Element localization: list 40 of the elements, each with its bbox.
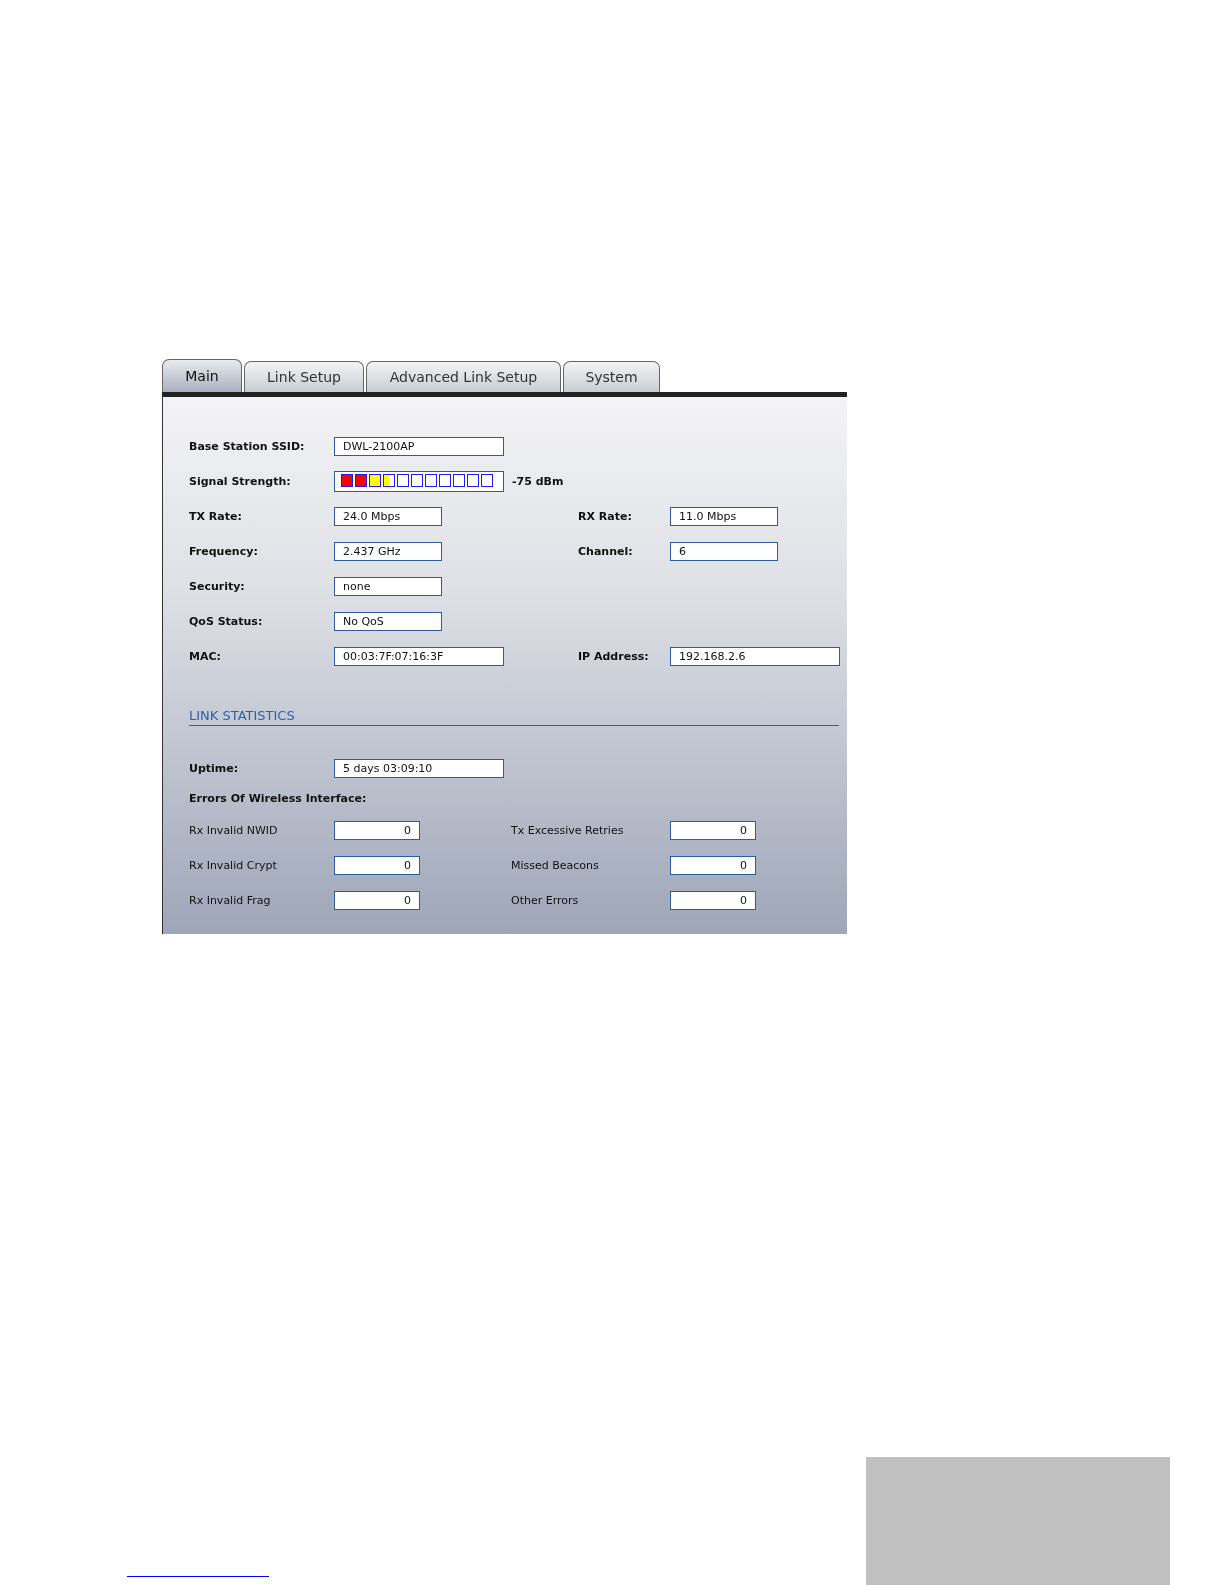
field-label: MAC: xyxy=(189,650,222,663)
counter-label: Rx Invalid Frag xyxy=(189,894,272,907)
value-field: 2.437 GHz xyxy=(334,542,442,561)
section-heading: LINK STATISTICS xyxy=(189,708,839,726)
counter-field: 0 xyxy=(670,821,756,840)
field-label: Security: xyxy=(189,580,246,593)
value-field: DWL-2100AP xyxy=(334,437,504,456)
value-field: 24.0 Mbps xyxy=(334,507,442,526)
counter-field: 0 xyxy=(334,856,420,875)
counter-field: 0 xyxy=(670,856,756,875)
value-field: 192.168.2.6 xyxy=(670,647,840,666)
field-label: TX Rate: xyxy=(189,510,243,523)
value-field: No QoS xyxy=(334,612,442,631)
field-label: Uptime: xyxy=(189,762,240,775)
counter-label: Other Errors xyxy=(511,894,580,907)
field-label: Signal Strength: xyxy=(189,475,292,488)
counter-field: 0 xyxy=(334,891,420,910)
tab[interactable]: Advanced Link Setup xyxy=(366,361,561,392)
field-label: RX Rate: xyxy=(578,510,633,523)
counter-field: 0 xyxy=(334,821,420,840)
counter-field: 0 xyxy=(670,891,756,910)
counter-label: Rx Invalid NWID xyxy=(189,824,279,837)
field-label: Channel: xyxy=(578,545,634,558)
tab[interactable]: System xyxy=(563,361,660,392)
field-label: Base Station SSID: xyxy=(189,440,306,453)
field-label: Frequency: xyxy=(189,545,259,558)
tab[interactable]: Link Setup xyxy=(244,361,364,392)
value-field: none xyxy=(334,577,442,596)
value-field: 5 days 03:09:10 xyxy=(334,759,504,778)
group-heading: Errors Of Wireless Interface: xyxy=(189,792,368,805)
value-field: 11.0 Mbps xyxy=(670,507,778,526)
value-field: 6 xyxy=(670,542,778,561)
value-field: 00:03:7F:07:16:3F xyxy=(334,647,504,666)
counter-label: Tx Excessive Retries xyxy=(511,824,625,837)
tab[interactable]: Main xyxy=(162,359,242,392)
signal-reading: -75 dBm xyxy=(512,475,564,488)
counter-label: Missed Beacons xyxy=(511,859,600,872)
field-label: IP Address: xyxy=(578,650,650,663)
field-label: QoS Status: xyxy=(189,615,264,628)
counter-label: Rx Invalid Crypt xyxy=(189,859,278,872)
